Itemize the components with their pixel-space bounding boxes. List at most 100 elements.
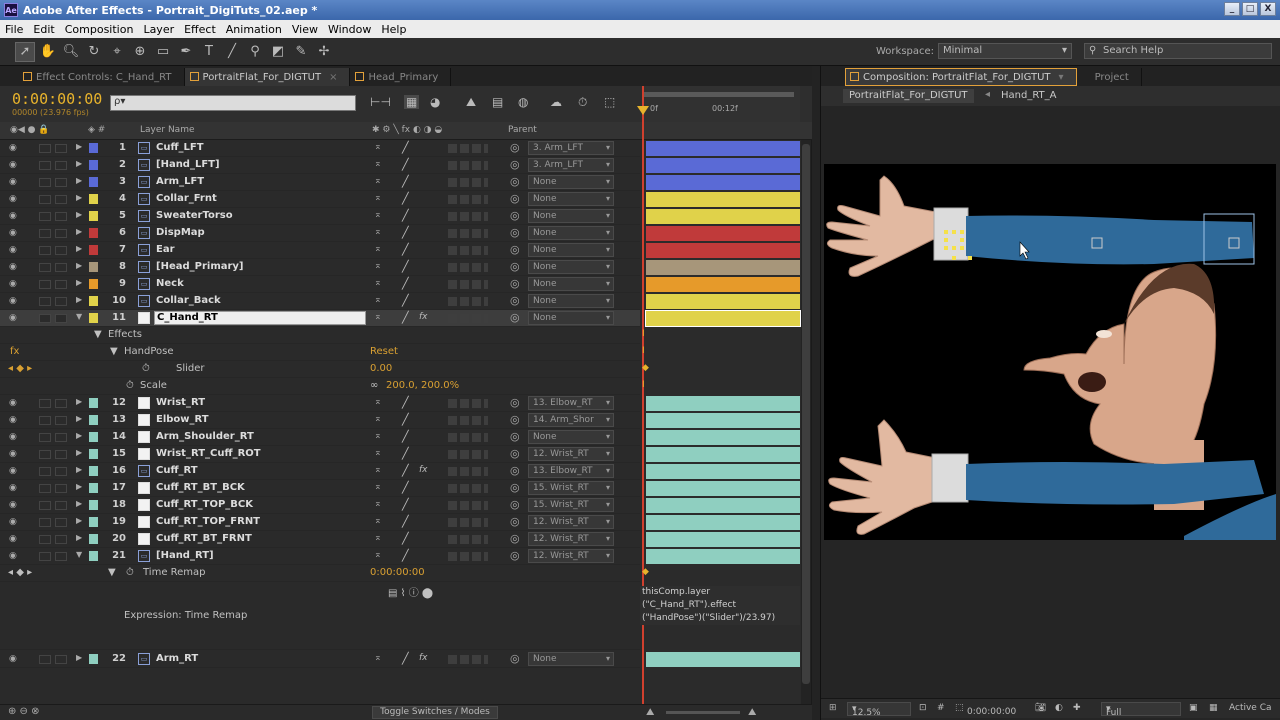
layer-switches[interactable] xyxy=(448,655,488,664)
parent-dropdown[interactable]: None ▾ xyxy=(528,277,614,291)
solo-switch[interactable] xyxy=(39,552,51,561)
quality-switch-icon[interactable]: ╱ xyxy=(402,396,409,409)
solo-switch[interactable] xyxy=(39,246,51,255)
layer-duration-bar[interactable] xyxy=(646,141,800,156)
layer-row[interactable]: ◉ ▼ 11 C_Hand_RT ⌅ ╱ fx ◎ None ▾ xyxy=(0,310,640,327)
solo-switch[interactable] xyxy=(39,297,51,306)
eye-icon[interactable]: ◉ xyxy=(9,551,17,561)
layer-name[interactable]: C_Hand_RT xyxy=(154,311,366,325)
eye-icon[interactable]: ◉ xyxy=(9,432,17,442)
label-color-chip[interactable] xyxy=(89,534,98,544)
label-color-chip[interactable] xyxy=(89,432,98,442)
layer-name[interactable]: [Head_Primary] xyxy=(156,261,244,272)
chevron-right-icon[interactable]: ▶ xyxy=(76,142,82,151)
pick-whip-icon[interactable]: ◎ xyxy=(510,515,520,528)
lock-switch[interactable] xyxy=(55,655,67,664)
clone-tool-icon[interactable]: ⚲ xyxy=(245,42,265,62)
pick-whip-icon[interactable]: ◎ xyxy=(510,175,520,188)
layer-row[interactable]: ◉ ▶ 18 Cuff_RT_TOP_BCK ⌅ ╱ ◎ 15. Wrist_RT ▾ xyxy=(0,497,640,514)
expression-controls-icon[interactable]: ▤ ⌇ ⓘ ⬤ xyxy=(388,584,433,599)
eye-icon[interactable]: ◉ xyxy=(9,160,17,170)
chevron-right-icon[interactable]: ▶ xyxy=(76,176,82,185)
layer-name[interactable]: [Hand_LFT] xyxy=(156,159,220,170)
eye-icon[interactable]: ◉ xyxy=(9,534,17,544)
chevron-right-icon[interactable]: ▶ xyxy=(76,295,82,304)
layer-row[interactable]: ◉ ▶ 10 ▭ Collar_Back ⌅ ╱ ◎ None ▾ xyxy=(0,293,640,310)
pick-whip-icon[interactable]: ◎ xyxy=(510,226,520,239)
scale-value[interactable]: 200.0, 200.0% xyxy=(386,380,459,391)
shy-switch-icon[interactable]: ⌅ xyxy=(374,550,382,560)
layer-name[interactable]: Elbow_RT xyxy=(156,414,209,425)
current-time-display[interactable]: 0:00:00:00 xyxy=(12,90,102,108)
lock-switch[interactable] xyxy=(55,161,67,170)
layer-row[interactable]: ◉ ▶ 3 ▭ Arm_LFT ⌅ ╱ ◎ None ▾ xyxy=(0,174,640,191)
layer-row[interactable]: ◉ ▶ 16 ▭ Cuff_RT ⌅ ╱ fx ◎ 13. Elbow_RT ▾ xyxy=(0,463,640,480)
label-color-chip[interactable] xyxy=(89,211,98,221)
parent-dropdown[interactable]: None ▾ xyxy=(528,311,614,325)
label-color-chip[interactable] xyxy=(89,296,98,306)
zoom-in-icon[interactable]: ⛰ xyxy=(748,707,756,718)
label-color-chip[interactable] xyxy=(89,654,98,664)
quality-switch-icon[interactable]: ╱ xyxy=(402,311,409,324)
always-preview-icon[interactable]: ⊞ xyxy=(829,703,837,713)
eye-icon[interactable]: ◉ xyxy=(9,654,17,664)
layer-duration-bar[interactable] xyxy=(646,481,800,496)
layer-switches[interactable] xyxy=(448,297,488,306)
keyframe-icon[interactable]: I xyxy=(642,380,645,390)
parent-dropdown[interactable]: 3. Arm_LFT ▾ xyxy=(528,141,614,155)
eye-icon[interactable]: ◉ xyxy=(9,313,17,323)
lock-switch[interactable] xyxy=(55,399,67,408)
layer-name[interactable]: Wrist_RT_Cuff_ROT xyxy=(156,448,261,459)
layer-duration-bar[interactable] xyxy=(645,310,801,327)
lock-switch[interactable] xyxy=(55,484,67,493)
lock-switch[interactable] xyxy=(55,416,67,425)
lock-switch[interactable] xyxy=(55,467,67,476)
label-color-chip[interactable] xyxy=(89,313,98,323)
eye-icon[interactable]: ◉ xyxy=(9,262,17,272)
rotate-tool-icon[interactable]: ↻ xyxy=(84,42,104,62)
chevron-down-icon[interactable]: ▼ xyxy=(94,329,102,340)
layer-switches[interactable] xyxy=(448,161,488,170)
pick-whip-icon[interactable]: ◎ xyxy=(510,481,520,494)
tab-head-primary[interactable]: Head_Primary xyxy=(350,68,452,86)
layer-duration-bar[interactable] xyxy=(646,652,800,667)
resolution-dropdown[interactable]: Full ▾ xyxy=(1101,702,1181,718)
layer-duration-bar[interactable] xyxy=(646,532,800,547)
camera-orbit-tool-icon[interactable]: ⌖ xyxy=(107,42,127,62)
layer-name[interactable]: Collar_Back xyxy=(156,295,221,306)
shy-switch-icon[interactable]: ⌅ xyxy=(374,159,382,169)
layer-name[interactable]: Cuff_RT_BT_FRNT xyxy=(156,533,252,544)
shy-switch-icon[interactable]: ⌅ xyxy=(374,244,382,254)
maximize-button[interactable]: □ xyxy=(1242,2,1258,16)
tab-composition[interactable]: Composition: PortraitFlat_For_DIGTUT ▾ xyxy=(845,68,1077,86)
show-snapshot-icon[interactable]: ◐ xyxy=(1055,703,1063,713)
slider-value[interactable]: 0.00 xyxy=(370,363,392,374)
motion-blur-icon[interactable]: ◍ xyxy=(518,95,528,109)
solo-switch[interactable] xyxy=(39,433,51,442)
effect-reset-link[interactable]: Reset xyxy=(370,346,398,357)
layer-name[interactable]: Cuff_RT_TOP_BCK xyxy=(156,499,253,510)
layer-row[interactable]: ◉ ▶ 9 ▭ Neck ⌅ ╱ ◎ None ▾ xyxy=(0,276,640,293)
eye-icon[interactable]: ◉ xyxy=(9,517,17,527)
solo-switch[interactable] xyxy=(39,535,51,544)
layer-duration-bar[interactable] xyxy=(646,413,800,428)
shy-switch-icon[interactable]: ⌅ xyxy=(374,176,382,186)
solo-switch[interactable] xyxy=(39,161,51,170)
quality-switch-icon[interactable]: ╱ xyxy=(402,430,409,443)
layer-switches[interactable] xyxy=(448,178,488,187)
quality-switch-icon[interactable]: ╱ xyxy=(402,209,409,222)
layer-switches[interactable] xyxy=(448,484,488,493)
lock-switch[interactable] xyxy=(55,212,67,221)
transparency-grid-icon[interactable]: ▦ xyxy=(1209,703,1218,713)
parent-dropdown[interactable]: 3. Arm_LFT ▾ xyxy=(528,158,614,172)
layer-switches[interactable] xyxy=(448,552,488,561)
chevron-down-icon[interactable]: ▾ xyxy=(1059,72,1064,83)
chevron-right-icon[interactable]: ▶ xyxy=(76,482,82,491)
selection-tool-icon[interactable]: ➚ xyxy=(15,41,35,62)
parent-dropdown[interactable]: None ▾ xyxy=(528,260,614,274)
tab-effect-controls[interactable]: Effect Controls: C_Hand_RT xyxy=(18,68,185,86)
magnification-dropdown[interactable]: 12.5% ▾ xyxy=(847,702,911,718)
quality-switch-icon[interactable]: ╱ xyxy=(402,243,409,256)
property-row[interactable]: ◂ ◆ ▸ ⏱ Slider 0.00 xyxy=(0,361,640,378)
chevron-down-icon[interactable]: ▼ xyxy=(76,550,82,559)
